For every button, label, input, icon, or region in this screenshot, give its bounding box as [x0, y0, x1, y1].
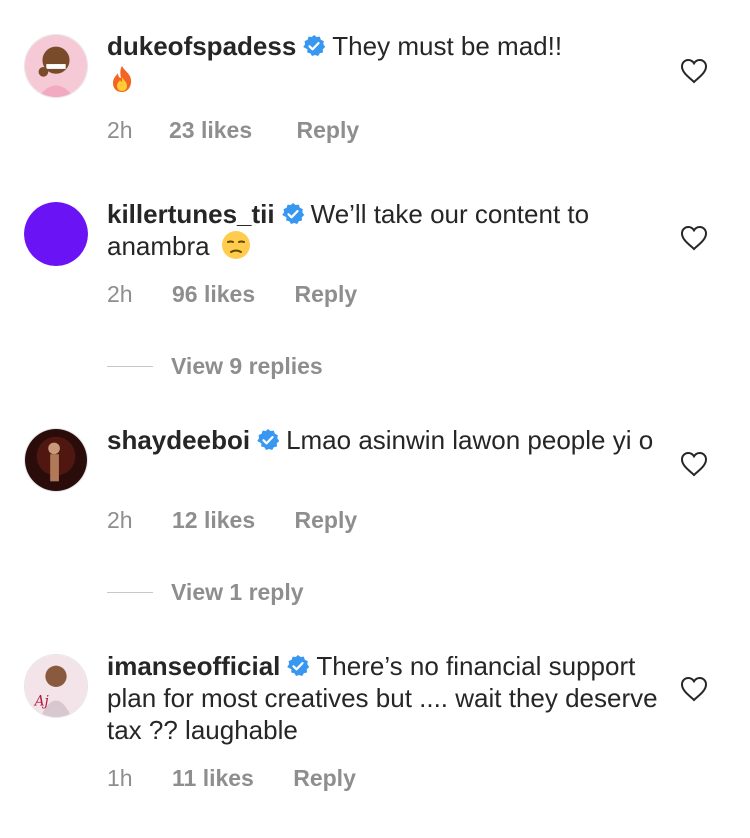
likes-count[interactable]: 96 likes	[172, 281, 255, 308]
comment-body: imanseofficial There’s no financial suppo…	[107, 650, 667, 746]
username[interactable]: dukeofspadess	[107, 31, 296, 61]
comment-meta: 1h 11 likes Reply	[107, 765, 356, 792]
heart-outline-icon[interactable]	[680, 676, 708, 702]
username[interactable]: shaydeeboi	[107, 425, 250, 455]
likes-count[interactable]: 23 likes	[169, 117, 252, 144]
view-replies-label[interactable]: View 9 replies	[171, 353, 323, 380]
avatar[interactable]	[24, 34, 88, 98]
comment-text: They must be mad!!	[332, 31, 563, 61]
username[interactable]: imanseofficial	[107, 651, 280, 681]
reply-button[interactable]: Reply	[293, 765, 356, 792]
comment-dukeofspadess: dukeofspadess They must be mad!! 2h 23 li…	[0, 30, 750, 160]
likes-count[interactable]: 11 likes	[172, 765, 254, 792]
comment-imanseofficial: Aj imanseofficial There’s no financial su…	[0, 650, 750, 800]
timestamp: 2h	[107, 117, 133, 143]
reply-button[interactable]: Reply	[295, 507, 358, 534]
comment-body: dukeofspadess They must be mad!!	[107, 30, 667, 62]
comment-shaydeeboi: shaydeeboi Lmao asinwin lawon people yi o…	[0, 424, 750, 544]
comment-meta: 2h 23 likes Reply	[107, 117, 359, 144]
comment-text: Lmao asinwin lawon people yi o	[286, 425, 654, 455]
timestamp: 2h	[107, 507, 133, 533]
reply-button[interactable]: Reply	[295, 281, 358, 308]
avatar[interactable]	[24, 202, 88, 266]
avatar[interactable]	[24, 428, 88, 492]
timestamp: 1h	[107, 765, 133, 791]
comment-body: shaydeeboi Lmao asinwin lawon people yi o	[107, 424, 667, 456]
username[interactable]: killertunes_tii	[107, 199, 275, 229]
fire-emoji-icon	[107, 64, 137, 94]
verified-badge-icon	[286, 654, 310, 678]
divider	[107, 366, 153, 367]
comment-killertunes-tii: killertunes_tii We’ll take our content to…	[0, 198, 750, 318]
comment-meta: 2h 12 likes Reply	[107, 507, 357, 534]
verified-badge-icon	[302, 34, 326, 58]
svg-text:Aj: Aj	[33, 693, 49, 709]
avatar[interactable]: Aj	[24, 654, 88, 718]
heart-outline-icon[interactable]	[680, 58, 708, 84]
reply-button[interactable]: Reply	[297, 117, 360, 144]
timestamp: 2h	[107, 281, 133, 307]
view-replies-button[interactable]: View 9 replies	[107, 353, 323, 380]
unamused-face-emoji-icon	[221, 230, 251, 260]
likes-count[interactable]: 12 likes	[172, 507, 255, 534]
comment-body: killertunes_tii We’ll take our content to…	[107, 198, 667, 262]
view-replies-button[interactable]: View 1 reply	[107, 579, 304, 606]
divider	[107, 592, 153, 593]
verified-badge-icon	[256, 428, 280, 452]
comment-meta: 2h 96 likes Reply	[107, 281, 357, 308]
heart-outline-icon[interactable]	[680, 451, 708, 477]
verified-badge-icon	[281, 202, 305, 226]
heart-outline-icon[interactable]	[680, 225, 708, 251]
view-replies-label[interactable]: View 1 reply	[171, 579, 304, 606]
